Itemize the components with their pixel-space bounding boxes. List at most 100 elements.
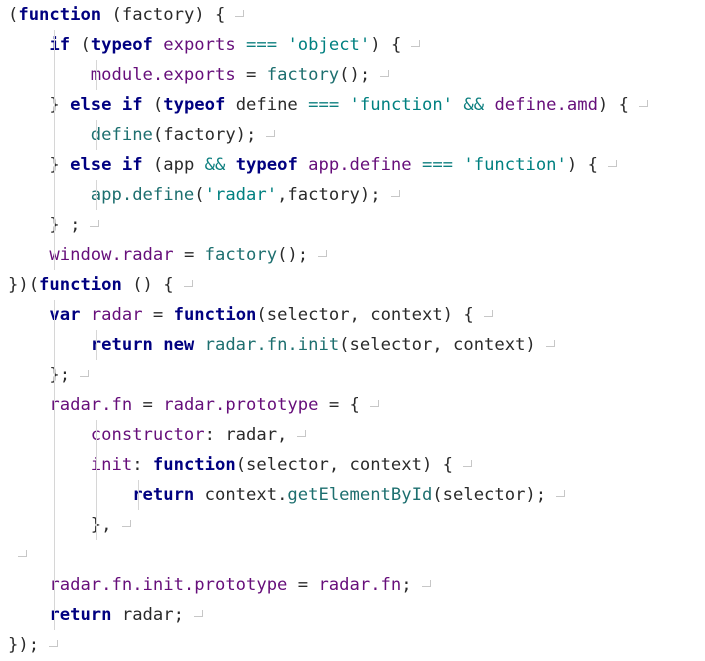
code-line[interactable]: } else if (app && typeof app.define === … bbox=[8, 150, 620, 180]
code-token: return bbox=[49, 605, 112, 625]
code-token: ; bbox=[401, 575, 412, 595]
code-token: else if bbox=[70, 95, 143, 115]
code-token: radar.prototype bbox=[163, 395, 319, 415]
code-token: factory bbox=[266, 65, 340, 85]
code-token: function bbox=[18, 5, 102, 25]
code-line[interactable]: (function (factory) { bbox=[8, 0, 247, 30]
code-line[interactable]: return context.getElementById(selector); bbox=[8, 480, 568, 510]
code-token: } bbox=[49, 95, 71, 115]
line-break-icon bbox=[266, 129, 278, 141]
code-line[interactable]: init: function(selector, context) { bbox=[8, 450, 475, 480]
indent-guide bbox=[96, 60, 97, 90]
code-token: ( bbox=[8, 5, 19, 25]
code-line[interactable]: return radar; bbox=[8, 600, 206, 630]
code-token: radar.fn.init bbox=[204, 335, 340, 355]
code-token: = bbox=[173, 245, 205, 265]
code-token: (); bbox=[277, 245, 309, 265]
code-editor[interactable]: (function (factory) { if (typeof exports… bbox=[0, 0, 705, 661]
code-token: return new bbox=[90, 335, 195, 355]
code-token: radar.fn bbox=[49, 395, 133, 415]
line-break-icon bbox=[369, 399, 382, 411]
code-token: function bbox=[152, 455, 236, 475]
code-token: window.radar bbox=[49, 245, 174, 265]
code-line[interactable]: } else if (typeof define === 'function' … bbox=[8, 90, 651, 120]
code-line[interactable]: var radar = function(selector, context) … bbox=[8, 300, 496, 330]
code-line[interactable]: })(function () { bbox=[8, 270, 196, 300]
code-line[interactable]: }); bbox=[8, 630, 61, 660]
code-line[interactable]: if (typeof exports === 'object') { bbox=[8, 30, 423, 60]
code-token: (factory); bbox=[152, 125, 257, 145]
code-token: = { bbox=[318, 395, 360, 415]
code-token: define bbox=[90, 125, 153, 145]
line-break-icon bbox=[18, 549, 30, 561]
code-token: radar bbox=[90, 305, 143, 325]
line-break-icon bbox=[390, 189, 403, 201]
code-token: constructor bbox=[90, 425, 205, 445]
code-token: (selector, context) { bbox=[256, 305, 474, 325]
code-token: ) { bbox=[370, 35, 402, 55]
indent-guide bbox=[96, 330, 97, 360]
code-token: }; bbox=[49, 365, 71, 385]
indent-guide bbox=[54, 30, 55, 270]
line-break-icon bbox=[463, 459, 475, 471]
code-token: && bbox=[204, 155, 226, 175]
line-break-icon bbox=[183, 279, 196, 291]
code-token: factory bbox=[204, 245, 278, 265]
code-line[interactable]: }; bbox=[8, 360, 92, 390]
line-break-icon bbox=[193, 609, 206, 621]
code-line[interactable]: window.radar = factory(); bbox=[8, 240, 330, 270]
code-line[interactable]: } ; bbox=[8, 210, 102, 240]
code-token: } bbox=[49, 155, 71, 175]
code-token: })( bbox=[8, 275, 40, 295]
code-token: 'object' bbox=[287, 35, 371, 55]
code-token: = bbox=[287, 575, 319, 595]
code-line[interactable]: module.exports = factory(); bbox=[8, 60, 392, 90]
code-token: define bbox=[225, 95, 309, 115]
code-token: app.define bbox=[90, 185, 195, 205]
code-token: (selector, context) bbox=[339, 335, 536, 355]
line-break-icon bbox=[483, 309, 496, 321]
code-line[interactable]: app.define('radar',factory); bbox=[8, 180, 403, 210]
line-break-icon bbox=[421, 579, 434, 591]
line-break-icon bbox=[297, 429, 309, 441]
code-line[interactable]: define(factory); bbox=[8, 120, 278, 150]
code-token: radar.fn.init.prototype bbox=[49, 575, 288, 595]
code-line[interactable]: radar.fn = radar.prototype = { bbox=[8, 390, 382, 420]
line-break-icon bbox=[80, 369, 92, 381]
code-token: }, bbox=[90, 515, 112, 535]
code-line[interactable]: return new radar.fn.init(selector, conte… bbox=[8, 330, 558, 360]
code-token: typeof bbox=[163, 95, 226, 115]
indent-guide bbox=[138, 480, 139, 510]
code-token: app.define bbox=[297, 155, 422, 175]
code-token: ,factory); bbox=[277, 185, 381, 205]
code-line[interactable]: }, bbox=[8, 510, 134, 540]
indent-guide bbox=[96, 120, 97, 150]
line-break-icon bbox=[90, 219, 102, 231]
indent-guide bbox=[96, 420, 97, 540]
code-token: ) { bbox=[566, 155, 598, 175]
code-line[interactable]: radar.fn.init.prototype = radar.fn; bbox=[8, 570, 434, 600]
code-token: if bbox=[49, 35, 71, 55]
code-token: ) { bbox=[597, 95, 629, 115]
code-token: 'function' bbox=[463, 155, 567, 175]
code-token: () { bbox=[121, 275, 174, 295]
code-token: radar.fn bbox=[318, 575, 402, 595]
code-line[interactable] bbox=[8, 540, 30, 570]
code-token: === bbox=[421, 155, 454, 175]
